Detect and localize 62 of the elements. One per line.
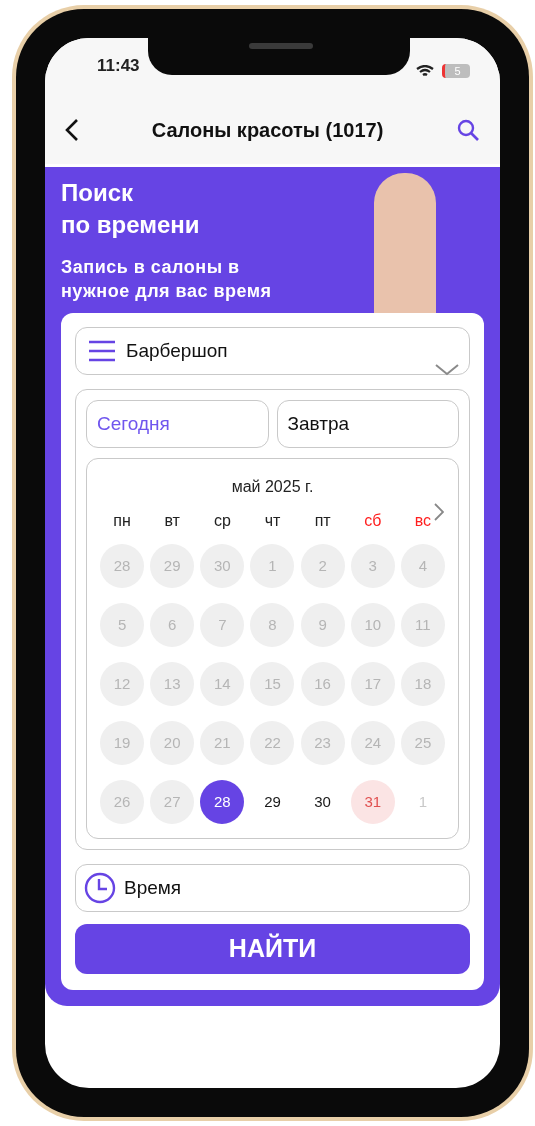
- calendar-day[interactable]: 18: [400, 662, 445, 706]
- wifi-icon: [416, 65, 434, 77]
- calendar-day[interactable]: 4: [400, 544, 445, 588]
- weekday-label: сб: [364, 513, 382, 529]
- weekday-label: вт: [164, 513, 180, 529]
- calendar-day[interactable]: 17: [350, 662, 395, 706]
- calendar-day[interactable]: 31: [350, 780, 395, 824]
- chevron-right-icon[interactable]: [434, 503, 444, 521]
- calendar-day[interactable]: 2: [300, 544, 345, 588]
- weekday-label: ср: [213, 513, 231, 529]
- back-icon[interactable]: [65, 118, 79, 142]
- speaker-grille: [249, 43, 313, 49]
- weekday-label: вс: [414, 513, 432, 529]
- clock-icon: [84, 872, 116, 904]
- month-label: май 2025 г.: [230, 477, 315, 497]
- calendar-day[interactable]: 5: [100, 603, 145, 647]
- menu-icon: [88, 340, 116, 362]
- page-title: Салоны красоты (1017): [151, 118, 384, 143]
- status-time: 11:43: [97, 54, 140, 77]
- battery-icon: 5: [442, 64, 470, 78]
- banner-title: Поиск: [61, 178, 135, 208]
- calendar-day[interactable]: 12: [100, 662, 145, 706]
- day-tab[interactable]: Сегодня: [86, 400, 269, 448]
- time-select[interactable]: Время: [75, 864, 470, 912]
- banner-subtitle: нужное для вас время: [61, 280, 273, 303]
- calendar-day[interactable]: 11: [400, 603, 445, 647]
- calendar-day[interactable]: 24: [350, 721, 395, 765]
- calendar-day[interactable]: 23: [300, 721, 345, 765]
- banner-title: по времени: [61, 210, 201, 240]
- calendar-day[interactable]: 28: [200, 780, 245, 824]
- calendar-day[interactable]: 10: [350, 603, 395, 647]
- calendar-day[interactable]: 30: [300, 780, 345, 824]
- weekday-label: чт: [264, 513, 281, 529]
- calendar-day[interactable]: 28: [100, 544, 145, 588]
- calendar-day[interactable]: 3: [350, 544, 395, 588]
- calendar-day[interactable]: 8: [250, 603, 295, 647]
- calendar-day[interactable]: 9: [300, 603, 345, 647]
- calendar-day[interactable]: 29: [250, 780, 295, 824]
- search-button[interactable]: НАЙТИ: [75, 924, 470, 974]
- calendar-day[interactable]: 26: [100, 780, 145, 824]
- calendar-day[interactable]: 14: [200, 662, 245, 706]
- calendar-day[interactable]: 21: [200, 721, 245, 765]
- calendar-day[interactable]: 29: [150, 544, 195, 588]
- calendar-day[interactable]: 30: [200, 544, 245, 588]
- search-icon[interactable]: [456, 118, 480, 142]
- calendar-day[interactable]: 25: [400, 721, 445, 765]
- weekday-label: пн: [113, 513, 131, 529]
- calendar-day[interactable]: 20: [150, 721, 195, 765]
- calendar-day[interactable]: 19: [100, 721, 145, 765]
- chevron-down-icon: [435, 364, 459, 376]
- banner-subtitle: Запись в салоны в: [61, 256, 241, 279]
- calendar-day[interactable]: 27: [150, 780, 195, 824]
- calendar-day[interactable]: 16: [300, 662, 345, 706]
- calendar-day[interactable]: 22: [250, 721, 295, 765]
- day-tab[interactable]: Завтра: [276, 400, 459, 448]
- calendar-day[interactable]: 7: [200, 603, 245, 647]
- calendar-day[interactable]: 1: [250, 544, 295, 588]
- calendar-day[interactable]: 6: [150, 603, 195, 647]
- category-select[interactable]: Барбершоп: [75, 327, 470, 375]
- calendar-day[interactable]: 13: [150, 662, 195, 706]
- calendar-day[interactable]: 15: [250, 662, 295, 706]
- weekday-label: пт: [314, 513, 331, 529]
